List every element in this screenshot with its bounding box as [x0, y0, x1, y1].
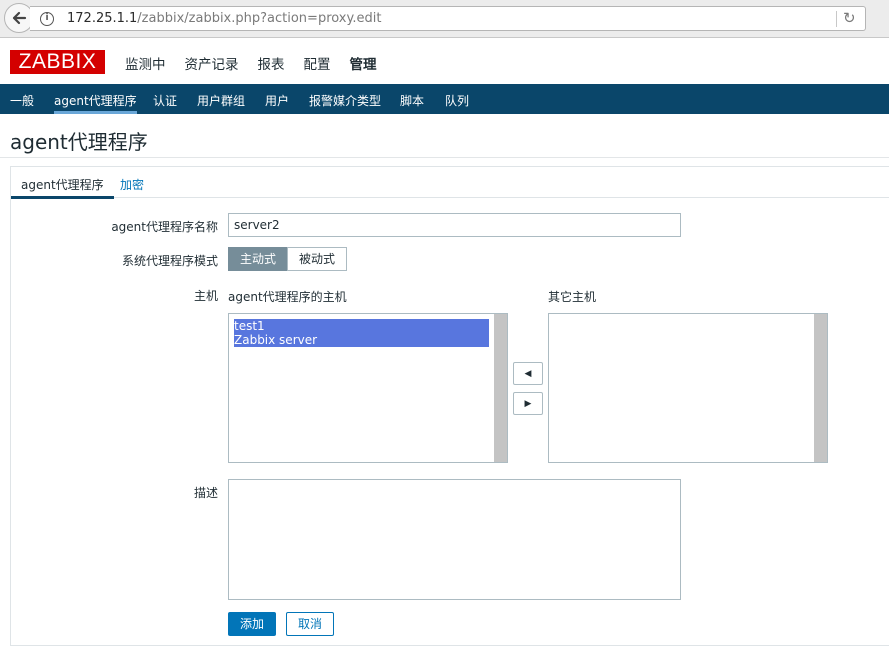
- url-text: 172.25.1.1/zabbix/zabbix.php?action=prox…: [67, 11, 381, 26]
- proxy-hosts-title: agent代理程序的主机: [228, 290, 347, 304]
- proxy-name-label: agent代理程序名称: [111, 220, 218, 234]
- other-hosts-title: 其它主机: [548, 290, 597, 304]
- subnav-general[interactable]: 一般: [10, 92, 34, 109]
- list-item[interactable]: test1: [234, 319, 489, 333]
- form-tabs: agent代理程序 加密: [11, 167, 889, 199]
- triangle-left-icon: ◀: [524, 368, 532, 379]
- zabbix-logo[interactable]: ZABBIX: [10, 50, 105, 74]
- listbox-scrollbar[interactable]: [494, 314, 507, 462]
- info-icon[interactable]: i: [40, 12, 54, 26]
- description-label: 描述: [193, 486, 218, 500]
- top-menu: 监测中 资产记录 报表 配置 管理: [125, 53, 396, 73]
- url-path: /zabbix/zabbix.php?action=proxy.edit: [137, 11, 382, 26]
- arrow-left-icon: [12, 11, 27, 25]
- other-hosts-listbox[interactable]: [548, 313, 828, 463]
- subnav-users[interactable]: 用户: [265, 92, 289, 109]
- address-bar[interactable]: i 172.25.1.1/zabbix/zabbix.php?action=pr…: [30, 6, 866, 31]
- browser-toolbar: i 172.25.1.1/zabbix/zabbix.php?action=pr…: [0, 0, 889, 38]
- menu-administration[interactable]: 管理: [350, 53, 377, 73]
- proxy-hosts-listbox[interactable]: test1 Zabbix server: [228, 313, 508, 463]
- mode-active-button[interactable]: 主动式: [228, 247, 288, 271]
- reload-icon[interactable]: ↻: [843, 9, 856, 27]
- url-separator: [836, 11, 837, 27]
- proxy-mode-label: 系统代理程序模式: [121, 254, 218, 268]
- subnav-queue[interactable]: 队列: [445, 92, 469, 109]
- move-right-button[interactable]: ▶: [513, 392, 543, 415]
- subnav-user-groups[interactable]: 用户群组: [197, 92, 245, 109]
- tab-proxy[interactable]: agent代理程序: [11, 176, 114, 199]
- subnav-authentication[interactable]: 认证: [153, 92, 177, 109]
- menu-configuration[interactable]: 配置: [304, 53, 331, 73]
- add-button[interactable]: 添加: [228, 612, 276, 636]
- description-textarea[interactable]: [228, 479, 681, 600]
- subnav-scripts[interactable]: 脚本: [400, 92, 424, 109]
- title-divider: [0, 157, 889, 158]
- subnav-media-types[interactable]: 报警媒介类型: [309, 92, 381, 109]
- triangle-right-icon: ▶: [524, 398, 532, 409]
- proxy-name-input[interactable]: server2: [228, 213, 681, 237]
- url-host: 172.25.1.1: [67, 11, 138, 26]
- app-header: ZABBIX 监测中 资产记录 报表 配置 管理: [0, 38, 889, 84]
- move-left-button[interactable]: ◀: [513, 362, 543, 385]
- list-item[interactable]: Zabbix server: [234, 333, 489, 347]
- sub-navigation: 一般 agent代理程序 认证 用户群组 用户 报警媒介类型 脚本 队列: [0, 84, 889, 114]
- menu-monitoring[interactable]: 监测中: [125, 53, 166, 73]
- listbox-scrollbar[interactable]: [814, 314, 827, 462]
- subnav-proxies[interactable]: agent代理程序: [54, 92, 137, 114]
- page-title: agent代理程序: [10, 130, 148, 154]
- hosts-label: 主机: [193, 289, 218, 303]
- mode-passive-button[interactable]: 被动式: [287, 247, 347, 271]
- cancel-button[interactable]: 取消: [286, 612, 334, 636]
- menu-inventory[interactable]: 资产记录: [185, 53, 239, 73]
- tab-encryption[interactable]: 加密: [120, 176, 144, 193]
- menu-reports[interactable]: 报表: [258, 53, 285, 73]
